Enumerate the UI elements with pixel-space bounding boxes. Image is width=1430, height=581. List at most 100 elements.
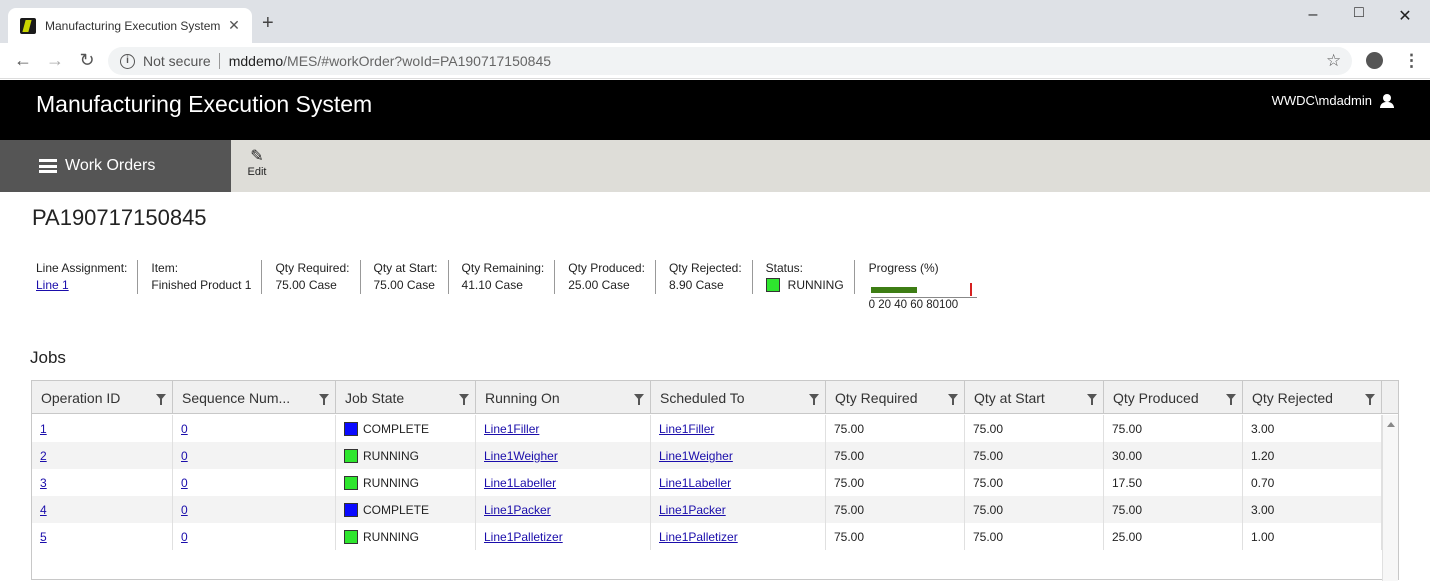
running-on-link[interactable]: Line1Filler — [484, 422, 539, 436]
table-row[interactable]: 3 0 RUNNING Line1Labeller Line1Labeller … — [32, 469, 1382, 496]
browser-tab[interactable]: Manufacturing Execution System ✕ — [8, 8, 252, 43]
running-on-link[interactable]: Line1Labeller — [484, 476, 556, 490]
maximize-icon[interactable]: □ — [1349, 4, 1369, 22]
forward-arrow-icon[interactable]: → — [45, 51, 65, 69]
cell-sequence-num: 0 — [173, 415, 336, 442]
qty-at-start-value: 75.00 — [973, 449, 1004, 463]
filter-icon[interactable] — [1365, 394, 1375, 405]
profile-icon[interactable] — [1366, 52, 1383, 69]
scheduled-to-link[interactable]: Line1Labeller — [659, 476, 731, 490]
progress-info: Progress (%) 0 20 40 60 80100 — [855, 260, 989, 311]
cell-qty-at-start: 75.00 — [965, 415, 1104, 442]
cell-operation-id: 2 — [32, 442, 173, 469]
user-name[interactable]: WWDC\mdadmin — [1272, 93, 1372, 108]
user-icon[interactable] — [1380, 93, 1394, 108]
cell-qty-at-start: 75.00 — [965, 496, 1104, 523]
cell-scheduled-to: Line1Labeller — [651, 469, 826, 496]
back-arrow-icon[interactable]: ← — [13, 51, 33, 69]
job-state-value: RUNNING — [363, 449, 419, 463]
qty-produced-value: 75.00 — [1112, 422, 1143, 436]
info-icon[interactable]: i — [120, 53, 135, 69]
operation-id-link[interactable]: 3 — [40, 476, 47, 490]
col-sequence-num[interactable]: Sequence Num... — [173, 381, 336, 414]
user-menu[interactable]: WWDC\mdadmin — [1272, 93, 1394, 108]
filter-icon[interactable] — [1087, 394, 1097, 405]
cell-scheduled-to: Line1Weigher — [651, 442, 826, 469]
operation-id-link[interactable]: 4 — [40, 503, 47, 517]
url-host[interactable]: mddemo — [229, 53, 283, 69]
col-qty-rejected[interactable]: Qty Rejected — [1243, 381, 1382, 414]
scheduled-to-link[interactable]: Line1Weigher — [659, 449, 733, 463]
url-path[interactable]: /MES/#workOrder?woId=PA190717150845 — [283, 53, 551, 69]
scheduled-to-link[interactable]: Line1Palletizer — [659, 530, 738, 544]
cell-job-state: RUNNING — [336, 469, 476, 496]
scheduled-to-link[interactable]: Line1Filler — [659, 422, 714, 436]
filter-icon[interactable] — [948, 394, 958, 405]
sequence-num-link[interactable]: 0 — [181, 476, 188, 490]
sequence-num-link[interactable]: 0 — [181, 449, 188, 463]
cell-qty-produced: 17.50 — [1104, 469, 1243, 496]
table-row[interactable]: 4 0 COMPLETE Line1Packer Line1Packer 75.… — [32, 496, 1382, 523]
job-state-value: COMPLETE — [363, 503, 430, 517]
qty-produced-info: Qty Produced: 25.00 Case — [555, 260, 656, 294]
cell-job-state: COMPLETE — [336, 496, 476, 523]
window-close-icon[interactable]: ✕ — [1395, 6, 1415, 26]
qty-required-value: 75.00 — [834, 530, 865, 544]
cell-sequence-num: 0 — [173, 523, 336, 550]
filter-icon[interactable] — [319, 394, 329, 405]
cell-qty-produced: 25.00 — [1104, 523, 1243, 550]
cell-running-on: Line1Packer — [476, 496, 651, 523]
cell-job-state: COMPLETE — [336, 415, 476, 442]
filter-icon[interactable] — [634, 394, 644, 405]
running-on-link[interactable]: Line1Palletizer — [484, 530, 563, 544]
job-state-color-box — [344, 422, 358, 436]
running-on-link[interactable]: Line1Weigher — [484, 449, 558, 463]
qty-produced-value: 30.00 — [1112, 449, 1143, 463]
cell-operation-id: 1 — [32, 415, 173, 442]
table-row[interactable]: 1 0 COMPLETE Line1Filler Line1Filler 75.… — [32, 415, 1382, 442]
work-orders-button[interactable]: Work Orders — [0, 140, 231, 192]
operation-id-link[interactable]: 1 — [40, 422, 47, 436]
new-tab-button[interactable]: + — [262, 13, 274, 33]
browser-menu-icon[interactable]: ⋮ — [1403, 52, 1420, 69]
close-tab-icon[interactable]: ✕ — [226, 17, 242, 34]
sequence-num-link[interactable]: 0 — [181, 422, 188, 436]
col-running-on[interactable]: Running On — [476, 381, 651, 414]
cell-scheduled-to: Line1Palletizer — [651, 523, 826, 550]
sequence-num-link[interactable]: 0 — [181, 530, 188, 544]
sequence-num-link[interactable]: 0 — [181, 503, 188, 517]
operation-id-link[interactable]: 5 — [40, 530, 47, 544]
bookmark-star-icon[interactable]: ☆ — [1326, 52, 1341, 69]
qty-required-info: Qty Required: 75.00 Case — [262, 260, 361, 294]
browser-tab-title: Manufacturing Execution System — [45, 18, 221, 33]
filter-icon[interactable] — [1226, 394, 1236, 405]
filter-icon[interactable] — [459, 394, 469, 405]
operation-id-link[interactable]: 2 — [40, 449, 47, 463]
table-row[interactable]: 5 0 RUNNING Line1Palletizer Line1Palleti… — [32, 523, 1382, 550]
line-assignment-link[interactable]: Line 1 — [36, 278, 69, 292]
qty-rejected-label: Qty Rejected: — [668, 261, 742, 275]
filter-icon[interactable] — [809, 394, 819, 405]
not-secure-label[interactable]: Not secure — [143, 53, 211, 69]
table-row[interactable]: 2 0 RUNNING Line1Weigher Line1Weigher 75… — [32, 442, 1382, 469]
edit-button[interactable]: ✎ Edit — [246, 148, 268, 178]
reload-icon[interactable]: ↻ — [77, 51, 97, 69]
running-on-link[interactable]: Line1Packer — [484, 503, 551, 517]
col-job-state[interactable]: Job State — [336, 381, 476, 414]
col-qty-produced[interactable]: Qty Produced — [1104, 381, 1243, 414]
item-info: Item: Finished Product 1 — [138, 260, 263, 294]
scheduled-to-link[interactable]: Line1Packer — [659, 503, 726, 517]
minimize-icon[interactable]: – — [1303, 6, 1323, 24]
grid-scrollbar[interactable] — [1382, 415, 1398, 581]
url-field[interactable]: i Not secure mddemo/MES/#workOrder?woId=… — [108, 47, 1352, 75]
cell-sequence-num: 0 — [173, 496, 336, 523]
col-operation-id[interactable]: Operation ID — [32, 381, 173, 414]
scroll-up-icon[interactable] — [1387, 422, 1395, 427]
filter-icon[interactable] — [156, 394, 166, 405]
cell-qty-rejected: 3.00 — [1243, 496, 1382, 523]
col-scheduled-to[interactable]: Scheduled To — [651, 381, 826, 414]
cell-qty-produced: 30.00 — [1104, 442, 1243, 469]
col-qty-at-start[interactable]: Qty at Start — [965, 381, 1104, 414]
col-qty-required[interactable]: Qty Required — [826, 381, 965, 414]
qty-rejected-value: 3.00 — [1251, 422, 1275, 436]
